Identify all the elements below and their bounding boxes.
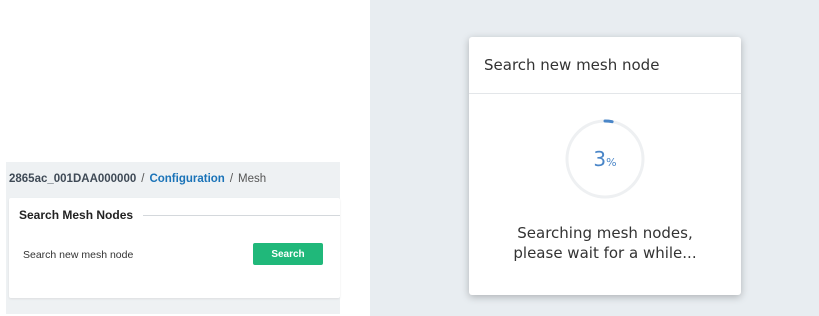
mesh-config-panel: 2865ac_001DAA000000 / Configuration / Me…: [6, 162, 340, 314]
breadcrumb: 2865ac_001DAA000000 / Configuration / Me…: [6, 162, 340, 196]
status-message: Searching mesh nodes, please wait for a …: [469, 223, 741, 263]
breadcrumb-configuration-link[interactable]: Configuration: [149, 173, 224, 185]
card-title-divider: [143, 214, 340, 216]
breadcrumb-separator: /: [229, 173, 234, 185]
search-row-label: Search new mesh node: [23, 249, 134, 261]
progress-number: 3: [593, 147, 607, 171]
card-header: Search Mesh Nodes: [19, 208, 340, 222]
search-mesh-nodes-card: Search Mesh Nodes Search new mesh node S…: [9, 198, 340, 298]
search-progress-dialog: Search new mesh node 3 % Searching mesh …: [469, 37, 741, 295]
card-title: Search Mesh Nodes: [19, 208, 134, 222]
breadcrumb-separator: /: [141, 173, 145, 185]
progress-ring: 3 %: [563, 117, 647, 201]
dialog-title: Search new mesh node: [469, 37, 741, 94]
status-line-1: Searching mesh nodes,: [517, 224, 693, 242]
search-button[interactable]: Search: [253, 243, 323, 265]
modal-backdrop: Search new mesh node 3 % Searching mesh …: [370, 0, 819, 316]
progress-unit: %: [606, 155, 617, 169]
progress-percentage: 3 %: [563, 117, 647, 201]
breadcrumb-current-page: Mesh: [238, 173, 267, 185]
status-line-2: please wait for a while...: [513, 244, 697, 262]
breadcrumb-device: 2865ac_001DAA000000: [9, 173, 137, 185]
